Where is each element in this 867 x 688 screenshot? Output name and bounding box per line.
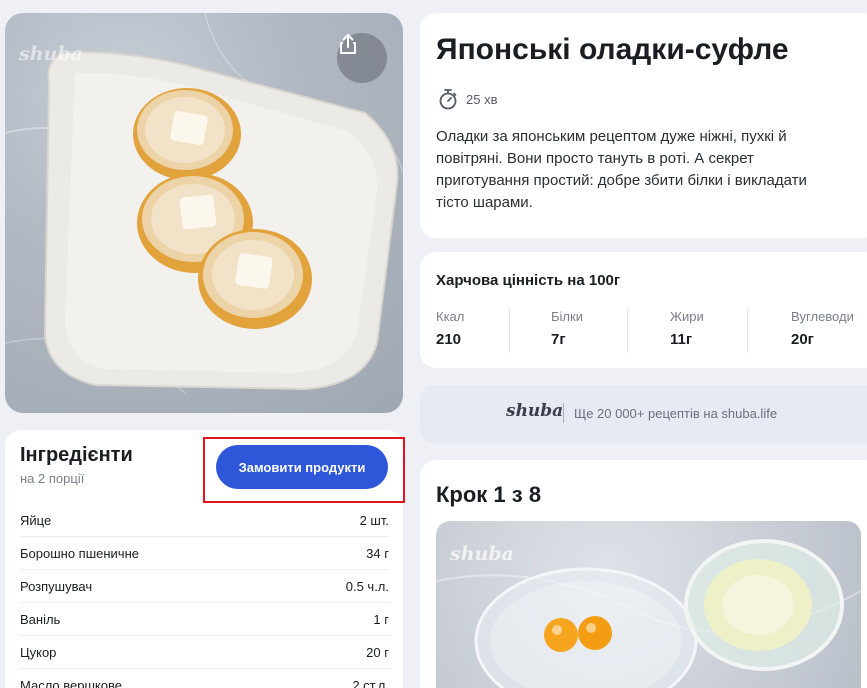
nutrition-value: 20г (791, 331, 814, 348)
nutrition-label: Білки (551, 309, 583, 324)
nutrition-divider (747, 309, 748, 353)
ingredient-name: Борошно пшеничне (20, 545, 139, 561)
watermark-logo: shuba (19, 43, 83, 65)
ingredient-name: Яйце (20, 512, 52, 528)
ingredient-qty: 2 шт. (359, 512, 389, 528)
promo-divider (563, 403, 564, 423)
share-button[interactable] (337, 33, 387, 83)
ingredient-qty: 1 г (373, 611, 389, 627)
ingredient-name: Розпушувач (20, 578, 93, 594)
nutrition-fat: Жири 11г (670, 309, 704, 353)
nutrition-value: 210 (436, 331, 462, 348)
nutrition-kcal: Ккал 210 (436, 309, 464, 353)
nutrition-divider (509, 309, 510, 353)
order-products-button[interactable]: Замовити продукти (216, 445, 388, 489)
ingredients-card: Інгредієнти на 2 порції Замовити продукт… (5, 430, 405, 688)
nutrition-label: Жири (670, 309, 704, 324)
ingredient-qty: 34 г (366, 545, 389, 561)
nutrition-label: Вуглеводи (791, 309, 854, 324)
ingredient-qty: 20 г (366, 644, 389, 660)
ingredients-title: Інгредієнти (20, 444, 133, 466)
ingredient-name: Ваніль (20, 611, 61, 627)
ingredient-row: Цукор 20 г (20, 636, 389, 669)
ingredient-row: Борошно пшеничне 34 г (20, 537, 389, 570)
cooking-time-value: 25 хв (466, 91, 498, 107)
ingredients-list: Яйце 2 шт. Борошно пшеничне 34 г Розпушу… (20, 504, 389, 688)
shuba-logo: shuba (506, 401, 564, 421)
step-title: Крок 1 з 8 (436, 482, 542, 507)
nutrition-label: Ккал (436, 309, 465, 324)
ingredient-name: Цукор (20, 644, 57, 660)
ingredient-qty: 2 ст.л. (352, 677, 389, 688)
step-image: shuba (436, 521, 861, 688)
stopwatch-icon (439, 89, 457, 110)
promo-text: Ще 20 000+ рецептів на shuba.life (574, 406, 778, 421)
ingredient-row: Масло вершкове 2 ст.л. (20, 669, 389, 688)
ingredient-row: Розпушувач 0.5 ч.л. (20, 570, 389, 603)
step-card: Крок 1 з 8 shuba (420, 460, 867, 688)
nutrition-carbs: Вуглеводи 20г (791, 309, 854, 353)
recipe-header-card: Японські оладки-суфле 25 хв Оладки за яп… (420, 13, 867, 238)
nutrition-protein: Білки 7г (551, 309, 583, 353)
cooking-time: 25 хв (438, 88, 497, 110)
ingredient-row: Яйце 2 шт. (20, 504, 389, 537)
recipe-hero-image: shuba (5, 13, 403, 413)
recipe-title: Японські оладки-суфле (436, 33, 789, 66)
recipe-description: Оладки за японським рецептом дуже ніжні,… (436, 128, 807, 211)
nutrition-card: Харчова цінність на 100г Ккал 210 Білки … (420, 252, 867, 368)
nutrition-value: 7г (551, 331, 566, 348)
nutrition-title: Харчова цінність на 100г (436, 272, 621, 289)
nutrition-value: 11г (670, 331, 693, 348)
ingredient-qty: 0.5 ч.л. (345, 578, 389, 594)
ingredient-name: Масло вершкове (20, 677, 122, 688)
promo-banner[interactable]: shuba Ще 20 000+ рецептів на shuba.life (420, 385, 867, 443)
share-icon (340, 34, 356, 54)
servings-label: на 2 порції (20, 471, 85, 486)
ingredient-row: Ваніль 1 г (20, 603, 389, 636)
step-watermark: shuba (450, 543, 514, 565)
nutrition-divider (627, 309, 628, 353)
